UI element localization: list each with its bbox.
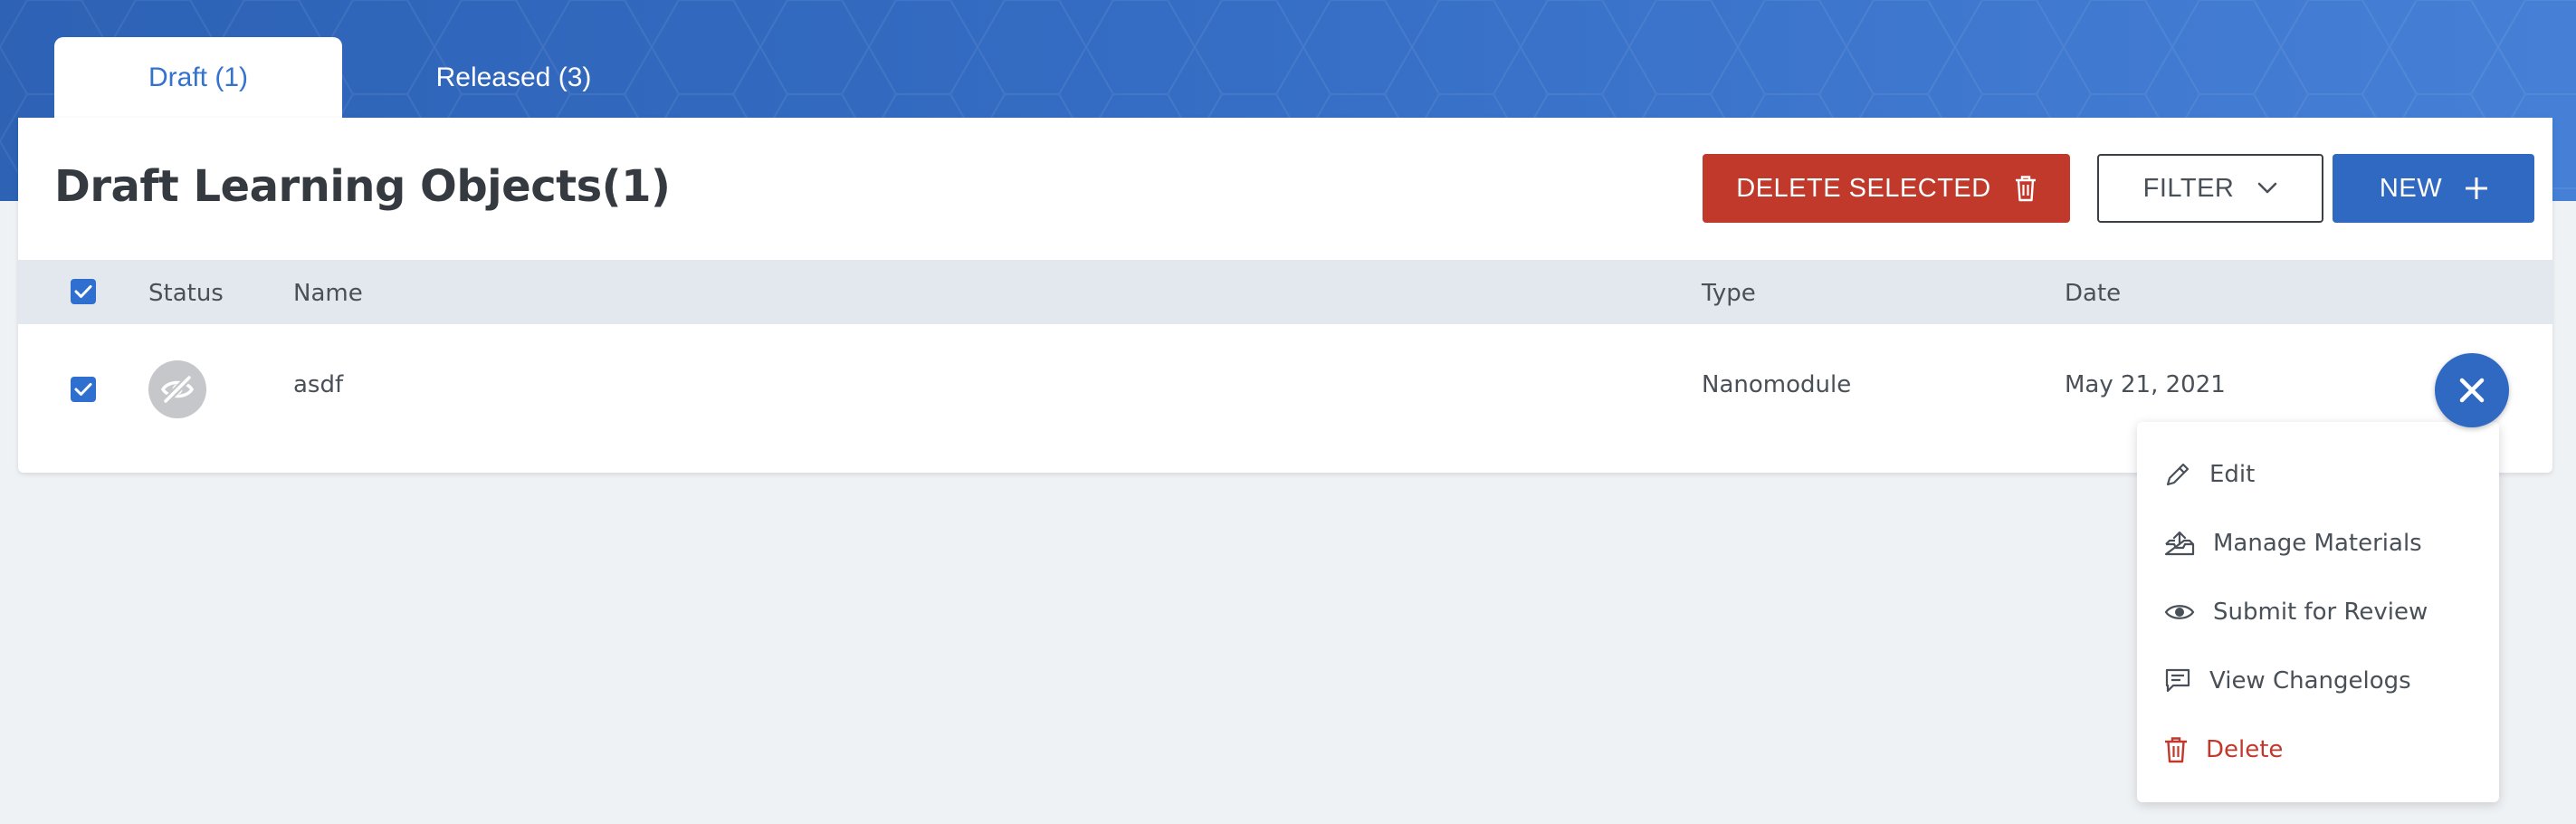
new-label: NEW	[2379, 173, 2443, 203]
menu-item-edit[interactable]: Edit	[2164, 454, 2481, 495]
menu-item-view-changelogs[interactable]: View Changelogs	[2164, 660, 2481, 702]
menu-item-manage-materials[interactable]: Manage Materials	[2164, 522, 2481, 564]
delete-selected-label: DELETE SELECTED	[1736, 173, 1991, 203]
row-checkbox[interactable]	[71, 377, 96, 402]
pencil-icon	[2166, 463, 2190, 486]
checkmark-icon	[74, 383, 92, 396]
row-date: May 21, 2021	[2065, 371, 2226, 398]
menu-item-delete-label: Delete	[2206, 736, 2284, 763]
tab-released[interactable]: Released (3)	[398, 37, 629, 119]
comment-icon	[2165, 668, 2190, 693]
row-name: asdf	[293, 371, 344, 398]
menu-item-edit-label: Edit	[2209, 461, 2256, 488]
filter-button[interactable]: FILTER	[2097, 154, 2323, 223]
tab-released-label: Released (3)	[435, 62, 592, 92]
close-icon	[2459, 378, 2485, 403]
page-title: Draft Learning Objects(1)	[54, 161, 671, 212]
delete-selected-button[interactable]: DELETE SELECTED	[1703, 154, 2070, 223]
menu-item-manage-materials-label: Manage Materials	[2213, 530, 2422, 557]
new-button[interactable]: NEW	[2333, 154, 2534, 223]
upload-tray-icon	[2164, 531, 2195, 556]
tab-draft[interactable]: Draft (1)	[54, 37, 342, 119]
close-actions-button[interactable]	[2435, 353, 2509, 427]
eye-slash-icon	[160, 375, 195, 404]
menu-item-submit-for-review[interactable]: Submit for Review	[2164, 591, 2481, 633]
menu-item-delete[interactable]: Delete	[2164, 729, 2481, 771]
row-type: Nanomodule	[1702, 371, 1852, 398]
menu-item-view-changelogs-label: View Changelogs	[2209, 667, 2411, 695]
menu-item-submit-for-review-label: Submit for Review	[2213, 599, 2428, 626]
filter-label: FILTER	[2142, 173, 2235, 203]
trash-icon	[2165, 737, 2187, 763]
eye-icon	[2164, 605, 2195, 619]
status-indicator	[148, 360, 206, 418]
trash-icon	[2015, 176, 2036, 202]
learning-objects-card: Draft Learning Objects(1) DELETE SELECTE…	[18, 118, 2552, 473]
select-all-checkbox[interactable]	[71, 279, 96, 304]
column-header-name[interactable]: Name	[293, 280, 363, 307]
column-header-type[interactable]: Type	[1702, 280, 1756, 307]
plus-icon	[2466, 177, 2488, 199]
table-header: Status Name Type Date	[18, 260, 2552, 324]
tab-draft-label: Draft (1)	[148, 62, 248, 92]
chevron-down-icon	[2258, 182, 2277, 194]
column-header-date[interactable]: Date	[2065, 280, 2121, 307]
row-actions-menu: Edit Manage Materials Submit for Review …	[2137, 422, 2499, 802]
column-header-status[interactable]: Status	[148, 280, 224, 307]
checkmark-icon	[74, 285, 92, 298]
